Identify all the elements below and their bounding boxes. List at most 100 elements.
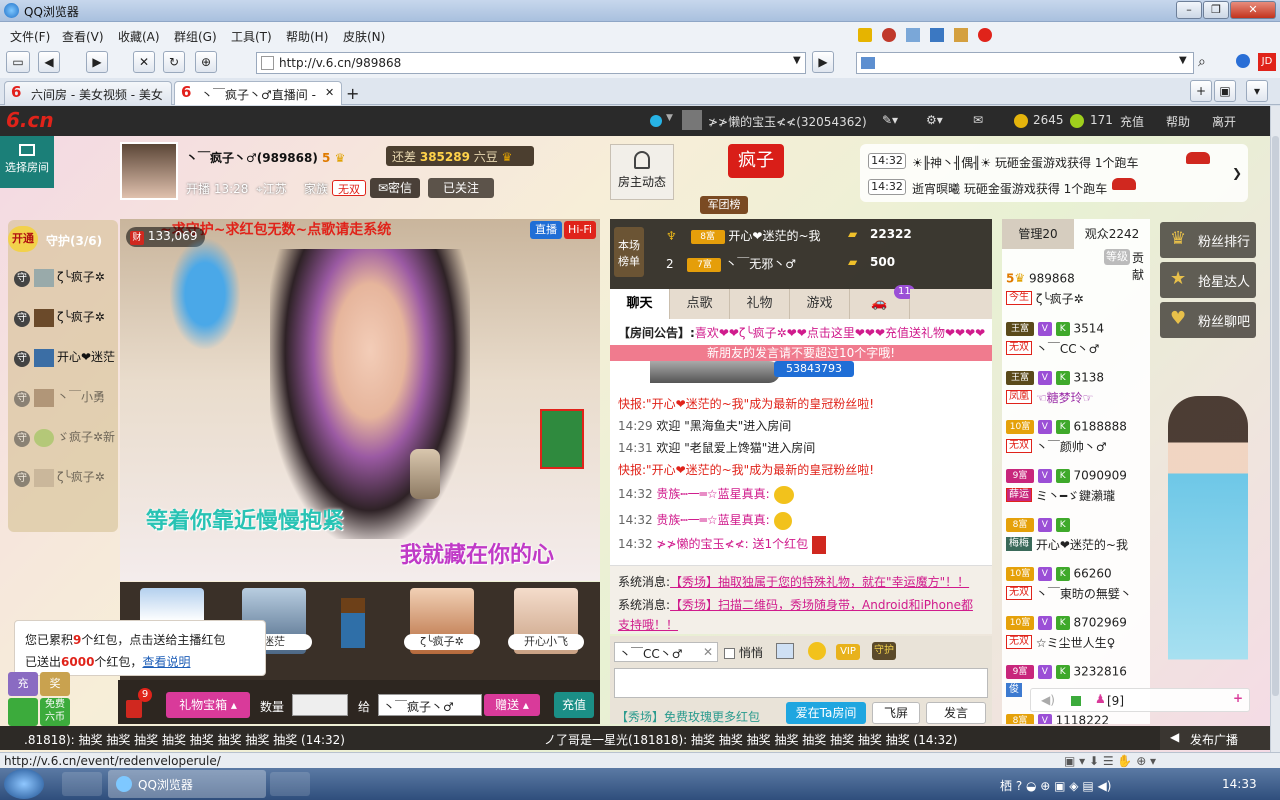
page-scrollbar[interactable] (1270, 106, 1280, 752)
chat-message-input[interactable] (614, 668, 988, 698)
user-row[interactable]: 10富 V K 8702969 无双 ☆ミ尘世人生♀ (1006, 615, 1150, 657)
maximize-button[interactable]: ❐ (1203, 1, 1229, 19)
anchor-name[interactable]: 丶￣疯子丶♂(989868) 5 ♛ (186, 149, 345, 166)
user-row[interactable]: 10富 V K 66260 无双 丶￣東昉の無嬖丶 (1006, 566, 1150, 608)
secret-message-button[interactable]: ✉密信 (370, 178, 420, 198)
settings-icon[interactable]: ⚙▾ (926, 113, 943, 127)
close-tab-icon[interactable]: ✕ (325, 86, 334, 99)
stop-button[interactable]: ✕ (133, 51, 155, 73)
edit-icon[interactable]: ✎▾ (882, 113, 898, 127)
send-gift-button[interactable]: 赠送 ▴ (484, 694, 540, 716)
plugin-icon[interactable] (882, 28, 896, 42)
user-row[interactable]: 8富 V 1118222 (1006, 713, 1150, 724)
star-grab-button[interactable]: ★ 抢星达人 (1160, 262, 1256, 298)
tab-car[interactable]: 🚗 11 (850, 285, 915, 319)
menu-favorites[interactable]: 收藏(A) (118, 28, 160, 45)
whisper-checkbox[interactable]: 悄悄 (724, 644, 763, 661)
family-tag[interactable]: 无双 (332, 180, 366, 196)
menu-file[interactable]: 文件(F) (10, 28, 50, 45)
tab-add-icon[interactable]: + (1190, 80, 1212, 102)
guard-member[interactable]: 守丶￣小勇 (14, 388, 105, 408)
tab-live-room[interactable]: 6 丶￣疯子丶♂直播间 - ✕ (174, 81, 342, 105)
back-button[interactable]: ◀ (38, 51, 60, 73)
tab-6cn-home[interactable]: 6 六间房 - 美女视频 - 美女 (4, 81, 172, 105)
recipient-select[interactable]: 丶￣疯子丶♂ (378, 694, 482, 716)
guard-member[interactable]: 守 ζ╰疯子✲ (14, 468, 105, 488)
add-tab-button[interactable]: ⊕ (195, 51, 217, 73)
badge-icon[interactable] (650, 115, 662, 127)
user-row[interactable]: 王富 V K 3514 无双 丶￣CC丶♂ (1006, 321, 1150, 363)
live-video[interactable]: ~求守护~求红包无数~点歌请走系统 财 133,069 直播 Hi-Fi 等着你… (120, 219, 600, 581)
new-tab-button[interactable]: + (346, 84, 359, 103)
scrollbar-thumb[interactable] (1272, 136, 1279, 696)
minimize-button[interactable]: – (1176, 1, 1202, 19)
chevron-down-icon[interactable]: ▼ (793, 55, 801, 66)
free-coins-button[interactable]: 免费 六币 (40, 698, 70, 726)
cleaner-icon[interactable] (858, 28, 872, 42)
start-button[interactable] (4, 769, 44, 799)
hifi-tag[interactable]: Hi-Fi (564, 221, 596, 239)
site-logo[interactable]: 6.cn (6, 108, 54, 132)
rank-row-1[interactable]: ♆ 8富 开心❤迷茫的~我 ▰ 22322 (666, 227, 986, 247)
tab-song[interactable]: 点歌 (670, 289, 730, 319)
recharge-button[interactable]: 充值 (554, 692, 594, 718)
system-message[interactable]: 系统消息:【秀场】抽取独属于您的特殊礼物，就在"幸运魔方"！！ (618, 573, 969, 590)
guard-member[interactable]: 守ゞ疯子✲新 (14, 428, 115, 448)
menu-skin[interactable]: 皮肤(N) (343, 28, 385, 45)
user-row[interactable]: 王富 V K 3138 凤凰 ☜糖梦玲☞ (1006, 370, 1150, 412)
love-room-button[interactable]: 爱在Ta房间 (786, 702, 866, 724)
tab-viewers[interactable]: 观众2242 (1074, 219, 1150, 249)
user-row[interactable]: 8富 V K 梅梅 开心❤迷茫的~我 (1006, 517, 1150, 559)
search-input[interactable]: ▼ (856, 52, 1194, 74)
view-rules-link[interactable]: 查看说明 (142, 655, 190, 669)
tab-chat[interactable]: 聊天 (610, 289, 670, 319)
vip-tag[interactable]: VIP (836, 644, 860, 660)
user-row[interactable]: 9富 V K 7090909 薛运 ミ丶━ゞ鍵瀨瓏 (1006, 468, 1150, 510)
screenshot-icon[interactable] (930, 28, 944, 42)
system-message[interactable]: 系统消息:【秀场】扫描二维码，秀场随身带，Android和iPhone都支持哦！… (618, 595, 984, 635)
phone-icon[interactable] (8, 698, 38, 726)
chevron-down-icon[interactable]: ▼ (1179, 55, 1187, 66)
host-news-button[interactable]: 房主动态 (610, 144, 674, 200)
weibo-icon[interactable] (978, 28, 992, 42)
tab-admins[interactable]: 管理20 (1002, 219, 1074, 249)
taskbar-app-icon[interactable] (270, 772, 310, 796)
send-message-button[interactable]: 发言 (926, 702, 986, 724)
image-icon[interactable] (776, 643, 794, 659)
promo-link[interactable]: 【秀场】免费玫瑰更多红包 (616, 708, 760, 725)
menu-tools[interactable]: 工具(T) (231, 28, 272, 45)
leave-link[interactable]: 离开 (1212, 113, 1236, 130)
notes-icon[interactable] (906, 28, 920, 42)
menu-group[interactable]: 群组(G) (174, 28, 217, 45)
address-bar[interactable]: http://v.6.cn/989868 ▼ (256, 52, 806, 74)
user-row[interactable]: 10富 V K 6188888 无双 丶￣颜帅丶♂ (1006, 419, 1150, 461)
fly-screen-button[interactable]: 飞屏 (872, 702, 920, 724)
army-rank-link[interactable]: 军团榜 (700, 196, 748, 214)
taskbar-qq-browser[interactable]: QQ浏览器 (108, 770, 266, 798)
menu-view[interactable]: 查看(V) (62, 28, 104, 45)
help-link[interactable]: 帮助 (1166, 113, 1190, 130)
user-row[interactable]: 5♛ 989868 今生 ζ╰疯子✲ (1006, 271, 1150, 313)
go-button[interactable]: ▶ (812, 51, 834, 73)
tray-icons[interactable]: 栖 ? ◒ ⊕ ▣ ◈ ▤ ◀) (1000, 777, 1111, 794)
nickname-badge[interactable]: 疯子 (728, 144, 784, 178)
notice-next-icon[interactable]: ❯ (1232, 166, 1242, 180)
broom-icon[interactable] (954, 28, 968, 42)
fans-rank-button[interactable]: ♛ 粉丝排行 (1160, 222, 1256, 258)
select-room-button[interactable]: 选择房间 (0, 136, 54, 188)
recharge-link[interactable]: 充值 (1120, 113, 1144, 130)
ie-icon[interactable] (62, 772, 102, 796)
guard-tag[interactable]: 守护 (872, 642, 896, 660)
guard-member[interactable]: 守 ζ╰疯子✲ (14, 268, 105, 288)
recharge-side-button[interactable]: 充 (8, 672, 38, 696)
chevron-down-icon[interactable]: ▼ (666, 113, 673, 123)
rank-row-2[interactable]: 2 7富 丶￣无邪丶♂ ▰ 500 (666, 255, 986, 275)
tab-list-icon[interactable]: ▣ (1214, 80, 1236, 102)
close-button[interactable]: ✕ (1230, 1, 1276, 19)
favorites-book-icon[interactable]: ▭ (6, 51, 30, 73)
gift-box-button[interactable]: 礼物宝箱 ▴ (166, 692, 250, 718)
emoji-icon[interactable] (808, 642, 826, 660)
volume-icon[interactable]: ◀) (1041, 693, 1055, 707)
menu-help[interactable]: 帮助(H) (286, 28, 328, 45)
open-guard-button[interactable]: 开通 (8, 226, 38, 252)
